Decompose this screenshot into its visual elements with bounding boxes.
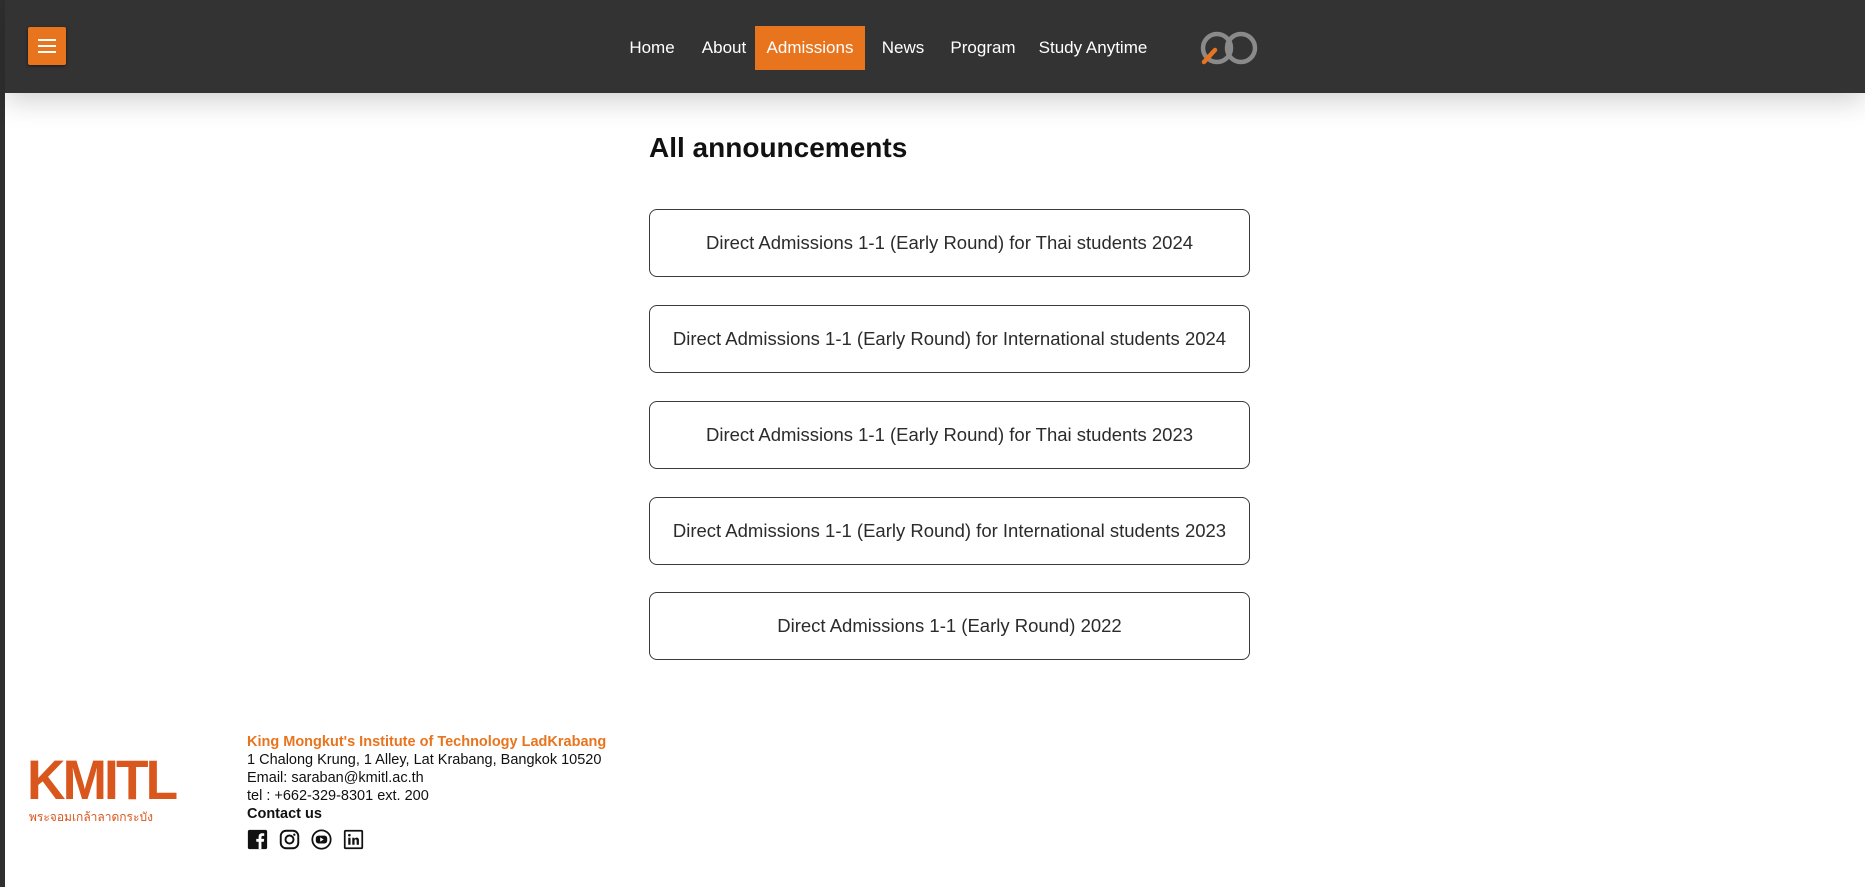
org-name: King Mongkut's Institute of Technology L… — [247, 734, 607, 750]
logo-text: KMITL — [27, 748, 178, 811]
kmitl-logo[interactable]: KMITL พระจอมเกล้าลาดกระบัง — [27, 748, 178, 825]
nav-item-news[interactable]: News — [871, 26, 935, 70]
nav-item-study-anytime[interactable]: Study Anytime — [1034, 26, 1152, 70]
page: Home About Admissions News Program Study… — [5, 0, 1865, 887]
announcement-link[interactable]: Direct Admissions 1-1 (Early Round) for … — [649, 209, 1250, 277]
nav-item-program[interactable]: Program — [940, 26, 1026, 70]
nav-item-admissions[interactable]: Admissions — [755, 26, 865, 70]
address: 1 Chalong Krung, 1 Alley, Lat Krabang, B… — [247, 752, 602, 768]
instagram-icon[interactable] — [279, 829, 300, 850]
social-links — [247, 829, 606, 850]
top-navbar: Home About Admissions News Program Study… — [5, 0, 1865, 93]
footer-info: King Mongkut's Institute of Technology L… — [247, 733, 606, 850]
logo-subtext: พระจอมเกล้าลาดกระบัง — [29, 810, 153, 824]
linkedin-icon[interactable] — [343, 829, 364, 850]
hamburger-menu-icon[interactable] — [28, 27, 66, 65]
email: Email: saraban@kmitl.ac.th — [247, 770, 424, 786]
page-title: All announcements — [649, 132, 908, 163]
nav-item-home[interactable]: Home — [615, 26, 689, 70]
nav-item-about[interactable]: About — [693, 26, 755, 70]
contact-title: Contact us — [247, 806, 322, 822]
announcement-link[interactable]: Direct Admissions 1-1 (Early Round) for … — [649, 497, 1250, 565]
announcement-link[interactable]: Direct Admissions 1-1 (Early Round) 2022 — [649, 592, 1250, 660]
announcement-link[interactable]: Direct Admissions 1-1 (Early Round) for … — [649, 305, 1250, 373]
facebook-icon[interactable] — [247, 829, 268, 850]
infinity-logo-icon[interactable] — [1195, 26, 1265, 70]
telephone: tel : +662-329-8301 ext. 200 — [247, 788, 429, 804]
announcement-link[interactable]: Direct Admissions 1-1 (Early Round) for … — [649, 401, 1250, 469]
youtube-icon[interactable] — [311, 829, 332, 850]
